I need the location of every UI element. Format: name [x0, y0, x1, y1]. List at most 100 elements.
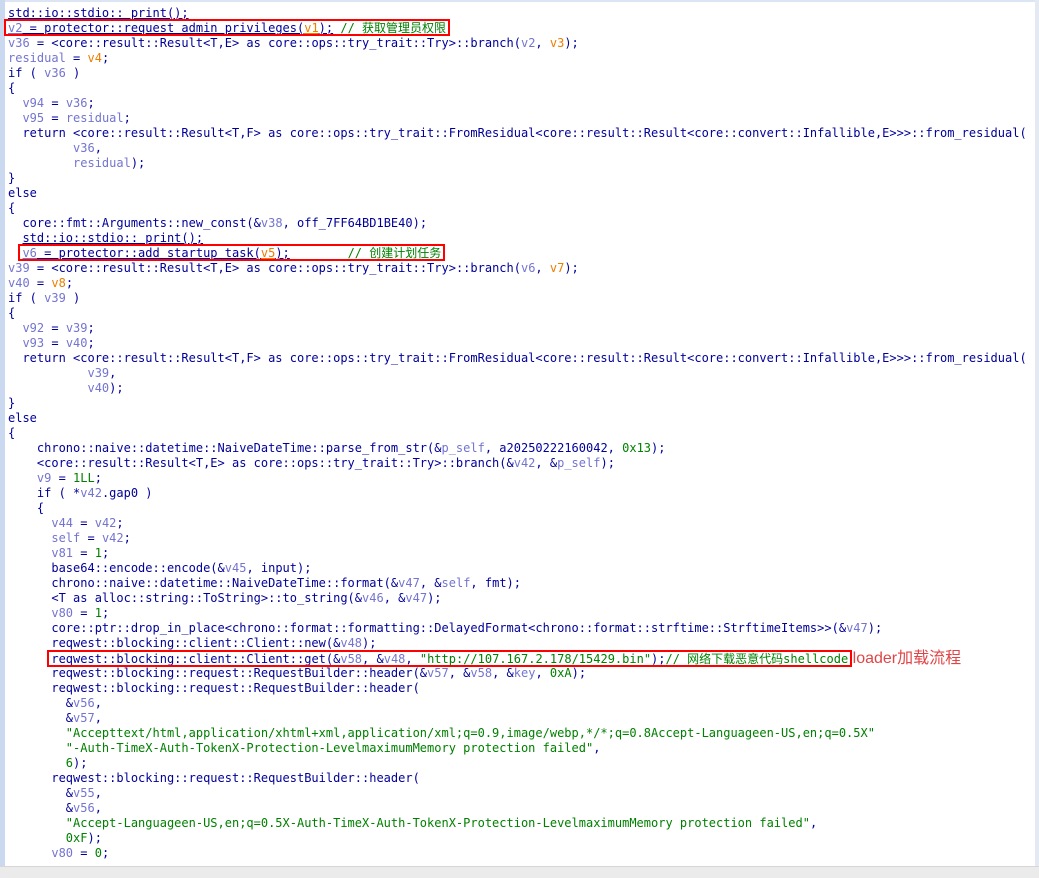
code-text: chrono::naive::datetime::NaiveDateTime::…	[8, 576, 399, 590]
local-variable: v36	[8, 36, 30, 50]
code-line: v40);	[8, 381, 1036, 396]
code-line: return <core::result::Result<T,F> as cor…	[8, 126, 1036, 141]
code-text: reqwest::blocking::client::Client::get(&	[51, 652, 341, 666]
comment: // 网络下载恶意代码shellcode	[665, 652, 849, 666]
code-text: 1	[94, 546, 102, 560]
code-text: 0xF	[65, 831, 88, 845]
code-text: =	[44, 336, 66, 350]
local-variable: v9	[36, 471, 52, 485]
local-variable: v48	[340, 636, 363, 650]
local-variable: v42	[101, 531, 124, 545]
code-text: reqwest::blocking::request::RequestBuild…	[8, 666, 428, 680]
code-line: v93 = v40;	[8, 336, 1036, 351]
local-variable: v42	[94, 516, 117, 530]
code-text: =	[51, 471, 74, 485]
code-line: "-Auth-TimeX-Auth-TokenX-Protection-Leve…	[8, 741, 1036, 756]
code-text: std::io::stdio:: print();	[8, 6, 189, 20]
code-text: {	[8, 501, 45, 515]
code-text: if (	[8, 66, 45, 80]
code-text: );	[651, 441, 666, 455]
code-text: "Accept-Languageen-US,en;q=0.5X-Auth-Tim…	[65, 816, 810, 830]
code-text: ;	[123, 531, 131, 545]
local-variable: v95	[22, 111, 45, 125]
code-text: ,	[535, 261, 550, 275]
code-text: , &	[448, 666, 471, 680]
code-text: ,	[94, 786, 102, 800]
code-line: else	[8, 411, 1036, 426]
code-text: )	[65, 291, 81, 305]
local-variable: v47	[846, 621, 868, 635]
uninitialized-variable: v7	[549, 261, 565, 275]
local-variable: v58	[470, 666, 493, 680]
code-text: , off_7FF64BD1BE40);	[282, 216, 428, 230]
uninitialized-variable: v1	[304, 21, 319, 35]
local-variable: v42	[513, 456, 536, 470]
code-text: {	[8, 306, 16, 320]
local-variable: v36	[65, 96, 88, 110]
code-text: =	[44, 96, 66, 110]
code-text: ,	[94, 141, 102, 155]
code-text: =	[73, 516, 95, 530]
hexrays-pseudocode-pane[interactable]: std::io::stdio:: print(); v2 = protector:…	[8, 6, 1036, 861]
code-text: ,	[94, 801, 102, 815]
local-variable: v57	[73, 711, 95, 725]
code-text: =	[80, 531, 102, 545]
window-border-top	[0, 0, 1039, 2]
code-text: }	[8, 171, 16, 185]
code-text: chrono::naive::datetime::NaiveDateTime::…	[8, 441, 442, 455]
code-text: ,	[535, 666, 550, 680]
local-variable: residual	[8, 51, 66, 65]
code-text: ;	[116, 516, 124, 530]
code-text: 0xA	[549, 666, 572, 680]
code-text: )	[65, 66, 81, 80]
code-line: std::io::stdio:: print();	[8, 6, 1036, 21]
code-text: , input);	[246, 561, 312, 575]
code-text: {	[8, 426, 16, 440]
code-text: = <core::result::Result<T,E> as core::op…	[29, 36, 521, 50]
code-text: ;	[65, 276, 74, 290]
code-line: v92 = v39;	[8, 321, 1036, 336]
code-line: &v56,	[8, 801, 1036, 816]
local-variable: v38	[260, 216, 283, 230]
local-variable: residual	[65, 111, 124, 125]
code-line: v6 = protector::add_startup_task(v5); //…	[8, 246, 1036, 261]
highlight-box: v2 = protector::request_admin_privileges…	[8, 21, 446, 35]
code-text: =	[29, 276, 52, 290]
code-text: ;	[87, 336, 95, 350]
code-text: );	[571, 666, 587, 680]
code-text: 6	[65, 756, 74, 770]
local-variable: v48	[383, 652, 406, 666]
local-variable: v40	[87, 381, 110, 395]
code-line: reqwest::blocking::request::RequestBuild…	[8, 771, 1036, 786]
code-line: }	[8, 171, 1036, 186]
code-line: &v55,	[8, 786, 1036, 801]
local-variable: v45	[224, 561, 247, 575]
code-line: v39 = <core::result::Result<T,E> as core…	[8, 261, 1036, 276]
code-text: ,	[94, 711, 102, 725]
code-line: if ( v39 )	[8, 291, 1036, 306]
code-text: ;	[101, 51, 110, 65]
code-text: else	[8, 186, 37, 200]
screenshot-frame: std::io::stdio:: print(); v2 = protector:…	[0, 0, 1039, 878]
code-text: , &	[362, 652, 384, 666]
local-variable: v93	[22, 336, 45, 350]
code-text: }	[8, 396, 16, 410]
code-line: {	[8, 426, 1036, 441]
local-variable: p_self	[441, 441, 485, 455]
code-text: ;	[101, 846, 110, 860]
code-text: ,	[535, 36, 550, 50]
code-text: base64::encode::encode(&	[8, 561, 225, 575]
local-variable: v42	[80, 486, 102, 500]
code-line: 0xF);	[8, 831, 1036, 846]
code-line: v36 = <core::result::Result<T,E> as core…	[8, 36, 1036, 51]
code-line: v36,	[8, 141, 1036, 156]
code-text: );	[318, 21, 334, 35]
